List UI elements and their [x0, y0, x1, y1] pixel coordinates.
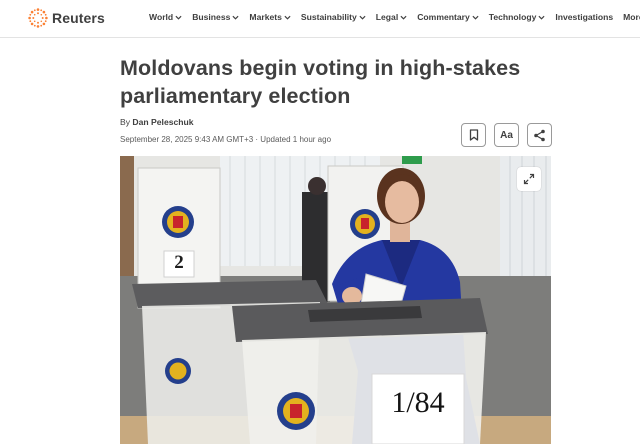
nav-markets[interactable]: Markets: [249, 12, 291, 22]
voting-scene: [120, 156, 551, 444]
reuters-logo[interactable]: Reuters: [28, 8, 105, 28]
chevron-down-icon: [359, 15, 366, 20]
nav-legal[interactable]: Legal: [376, 12, 407, 22]
chevron-down-icon: [400, 15, 407, 20]
nav-label: Sustainability: [300, 12, 357, 22]
author-link[interactable]: Dan Peleschuk: [132, 117, 193, 127]
nav-label: Technology: [488, 12, 537, 22]
dateline: September 28, 2025 9:43 AM GMT+3 · Updat…: [120, 135, 332, 144]
nav-world[interactable]: World: [149, 12, 182, 22]
brand-name: Reuters: [52, 10, 105, 26]
article-photo[interactable]: 2 1/84: [120, 156, 551, 444]
nav-investigations[interactable]: Investigations: [555, 12, 613, 22]
article-tools: Aa: [461, 123, 552, 147]
nav-label: More: [623, 12, 640, 22]
text-size-button[interactable]: Aa: [494, 123, 519, 147]
nav-label: World: [149, 12, 174, 22]
article-headline: Moldovans begin voting in high-stakes pa…: [120, 56, 521, 108]
chevron-down-icon: [232, 15, 239, 20]
booth-number: 2: [174, 252, 184, 273]
expand-icon: [523, 173, 535, 185]
share-icon: [534, 129, 545, 141]
nav-label: Business: [192, 12, 231, 22]
nav-more[interactable]: More: [623, 12, 640, 22]
nav-label: Legal: [375, 12, 399, 22]
share-button[interactable]: [527, 123, 552, 147]
site-header: Reuters World Business Markets Sustainab…: [0, 0, 640, 38]
nav-label: Investigations: [555, 12, 614, 22]
nav-technology[interactable]: Technology: [489, 12, 546, 22]
ballot-box-number: 1/84: [391, 386, 445, 419]
chevron-down-icon: [472, 15, 479, 20]
nav-sustainability[interactable]: Sustainability: [301, 12, 366, 22]
text-size-label: Aa: [500, 129, 513, 141]
nav-business[interactable]: Business: [192, 12, 239, 22]
main-nav: World Business Markets Sustainability Le…: [149, 12, 640, 22]
byline: By Dan Peleschuk: [120, 117, 194, 127]
expand-photo-button[interactable]: [517, 167, 541, 191]
chevron-down-icon: [538, 15, 545, 20]
chevron-down-icon: [175, 15, 182, 20]
nav-label: Commentary: [417, 12, 470, 22]
byline-prefix: By: [120, 117, 131, 127]
nav-commentary[interactable]: Commentary: [417, 12, 479, 22]
bookmark-icon: [469, 129, 478, 141]
nav-label: Markets: [249, 12, 282, 22]
chevron-down-icon: [284, 15, 291, 20]
bookmark-button[interactable]: [461, 123, 486, 147]
reuters-logo-icon: [28, 8, 48, 28]
